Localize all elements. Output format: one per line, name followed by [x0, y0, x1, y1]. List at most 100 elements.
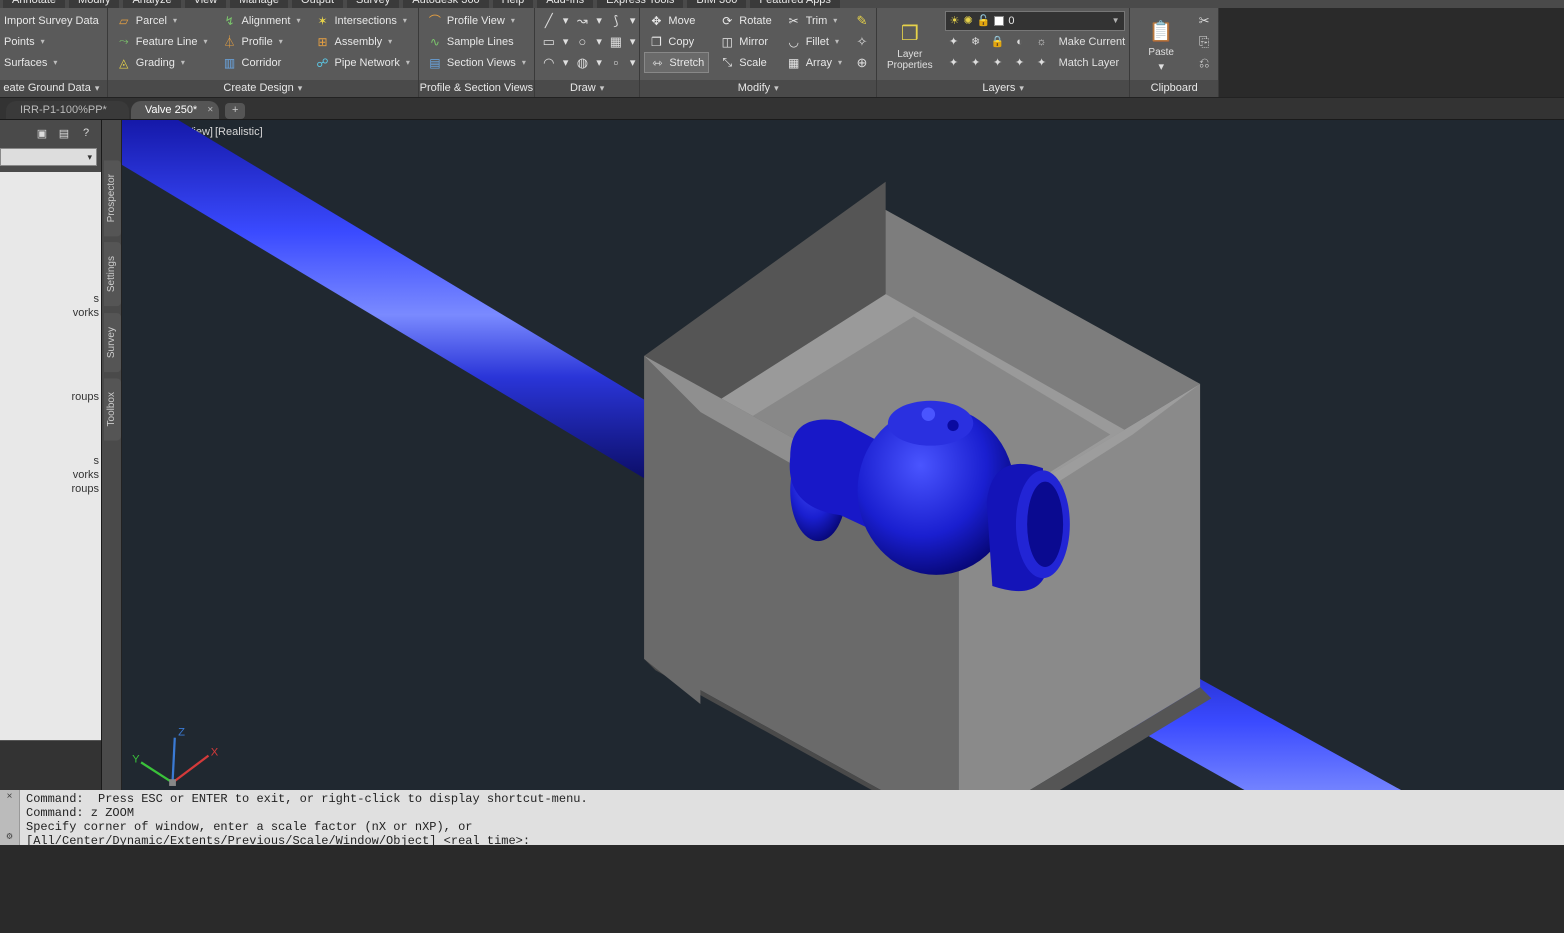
grading-button[interactable]: ◬ Grading▾: [112, 52, 212, 73]
layer-freeze-icon[interactable]: ❄: [967, 33, 985, 51]
panel-layers-title[interactable]: Layers▾: [877, 80, 1129, 97]
hatch-icon[interactable]: ▦: [606, 32, 626, 52]
panel-clipboard-title[interactable]: Clipboard: [1130, 80, 1218, 97]
toolspace-icon-b[interactable]: ▤: [55, 124, 73, 142]
mirror-button[interactable]: ◫ Mirror: [715, 31, 775, 52]
help-icon[interactable]: ?: [77, 124, 95, 142]
arc-icon[interactable]: ⟆: [606, 11, 626, 31]
layer-c-icon[interactable]: ✦: [989, 54, 1007, 72]
menu-view[interactable]: View: [185, 0, 227, 8]
toolspace-icon-a[interactable]: ▣: [33, 124, 51, 142]
import-survey-data-button[interactable]: Import Survey Data: [0, 10, 103, 31]
layer-b-icon[interactable]: ✦: [967, 54, 985, 72]
tab-survey[interactable]: Survey: [104, 313, 121, 372]
panel-draw-title[interactable]: Draw▾: [535, 80, 640, 97]
stretch-button[interactable]: ⇿ Stretch: [644, 52, 709, 73]
parcel-button[interactable]: ▱ Parcel▾: [112, 10, 212, 31]
tree-item[interactable]: s: [0, 454, 99, 468]
circle-icon[interactable]: ○: [572, 32, 592, 52]
menu-analyze[interactable]: Analyze: [123, 0, 180, 8]
menu-survey[interactable]: Survey: [347, 0, 399, 8]
layer-d-icon[interactable]: ✦: [1011, 54, 1029, 72]
command-handle[interactable]: × ⚙: [0, 790, 20, 845]
panel-ground-title[interactable]: eate Ground Data▾: [0, 80, 107, 97]
intersections-button[interactable]: ✶ Intersections▾: [310, 10, 413, 31]
fillet-button[interactable]: ◡ Fillet▾: [782, 31, 846, 52]
menu-help[interactable]: Help: [493, 0, 534, 8]
tree-item[interactable]: vorks: [0, 468, 99, 482]
toolspace-view-select[interactable]: ▾: [0, 148, 97, 166]
ring-icon[interactable]: ◍: [572, 53, 592, 73]
polyline-icon[interactable]: ↝: [572, 11, 592, 31]
layer-a-icon[interactable]: ✦: [945, 54, 963, 72]
menu-manage[interactable]: Manage: [230, 0, 288, 8]
move-button[interactable]: ✥ Move: [644, 10, 709, 31]
tab-toolbox[interactable]: Toolbox: [104, 378, 121, 440]
menu-output[interactable]: Output: [292, 0, 343, 8]
point-icon[interactable]: ▫: [606, 53, 626, 73]
tree-item[interactable]: vorks: [0, 306, 99, 320]
panel-modify-title[interactable]: Modify▾: [640, 80, 876, 97]
assembly-button[interactable]: ⊞ Assembly▾: [310, 31, 413, 52]
menu-featured[interactable]: Featured Apps: [750, 0, 840, 8]
menu-addins[interactable]: Add-Ins: [537, 0, 593, 8]
surfaces-button[interactable]: Surfaces▾: [0, 52, 103, 73]
offset-icon[interactable]: ⊕: [852, 52, 872, 73]
scale-button[interactable]: ⤡ Scale: [715, 52, 775, 73]
layer-lock-icon[interactable]: 🔒: [989, 33, 1007, 51]
layer-on-icon[interactable]: ☼: [1033, 33, 1051, 51]
sample-lines-button[interactable]: ∿ Sample Lines: [423, 31, 530, 52]
model-view[interactable]: X Y Z: [122, 120, 1564, 790]
erase-icon[interactable]: ✎: [852, 10, 872, 31]
command-history[interactable]: Command: Press ESC or ENTER to exit, or …: [20, 790, 1564, 845]
layer-e-icon[interactable]: ✦: [1033, 54, 1051, 72]
tab-prospector[interactable]: Prospector: [104, 160, 121, 236]
paste-button[interactable]: 📋 Paste ▾: [1134, 10, 1188, 80]
pipe-network-button[interactable]: ☍ Pipe Network▾: [310, 52, 413, 73]
ellipse-icon[interactable]: ◠: [539, 53, 559, 73]
layer-select[interactable]: ☀ ✺ 🔓 0 ▼: [945, 11, 1125, 31]
new-tab-button[interactable]: +: [225, 103, 245, 119]
profile-button[interactable]: ⏃ Profile▾: [218, 31, 305, 52]
wrench-icon[interactable]: ⚙: [6, 831, 12, 843]
tree-item[interactable]: roups: [0, 390, 99, 404]
rotate-button[interactable]: ⟳ Rotate: [715, 10, 775, 31]
panel-design-title[interactable]: Create Design▾: [108, 80, 418, 97]
section-views-button[interactable]: ▤ Section Views▾: [423, 52, 530, 73]
viewport[interactable]: [–] [Custom View] [Realistic] ▧: [122, 120, 1564, 790]
array-button[interactable]: ▦ Array▾: [782, 52, 846, 73]
close-icon[interactable]: ×: [207, 105, 213, 116]
trim-button[interactable]: ✂ Trim▾: [782, 10, 846, 31]
menu-express[interactable]: Express Tools: [597, 0, 683, 8]
layer-iso-icon[interactable]: ✦: [945, 33, 963, 51]
close-icon[interactable]: ×: [6, 792, 12, 803]
corridor-button[interactable]: ▥ Corridor: [218, 52, 305, 73]
menubar[interactable]: Annotate Modify Analyze View Manage Outp…: [0, 0, 1564, 8]
copy-button[interactable]: ❐ Copy: [644, 31, 709, 52]
layer-off-icon[interactable]: ◐: [1011, 33, 1029, 51]
copy-clip-icon[interactable]: ⎘: [1194, 31, 1214, 52]
tab-settings[interactable]: Settings: [104, 242, 121, 306]
paste-spec-icon[interactable]: ⎌: [1194, 52, 1214, 73]
explode-icon[interactable]: ✧: [852, 31, 872, 52]
menu-modify[interactable]: Modify: [69, 0, 119, 8]
layer-properties-button[interactable]: ❒ Layer Properties: [881, 10, 939, 80]
tab-irr[interactable]: IRR-P1-100%PP*: [6, 101, 129, 119]
menu-autodesk360[interactable]: Autodesk 360: [403, 0, 488, 8]
tree-item[interactable]: roups: [0, 482, 99, 496]
feature-line-button[interactable]: ⤳ Feature Line▾: [112, 31, 212, 52]
panel-profile-title[interactable]: Profile & Section Views: [419, 80, 534, 97]
command-line[interactable]: × ⚙ Command: Press ESC or ENTER to exit,…: [0, 790, 1564, 845]
rect-icon[interactable]: ▭: [539, 32, 559, 52]
points-button[interactable]: Points▾: [0, 31, 103, 52]
make-current-button[interactable]: Make Current: [1059, 36, 1126, 48]
toolspace-tree[interactable]: s vorks roups s vorks roups: [0, 172, 101, 740]
menu-annotate[interactable]: Annotate: [3, 0, 65, 8]
tab-valve[interactable]: Valve 250* ×: [131, 101, 219, 119]
alignment-button[interactable]: ↯ Alignment▾: [218, 10, 305, 31]
cut-icon[interactable]: ✂: [1194, 10, 1214, 31]
line-icon[interactable]: ╱: [539, 11, 559, 31]
profile-view-button[interactable]: ⌒ Profile View▾: [423, 10, 530, 31]
menu-bim360[interactable]: BIM 360: [687, 0, 746, 8]
match-layer-button[interactable]: Match Layer: [1059, 57, 1120, 69]
